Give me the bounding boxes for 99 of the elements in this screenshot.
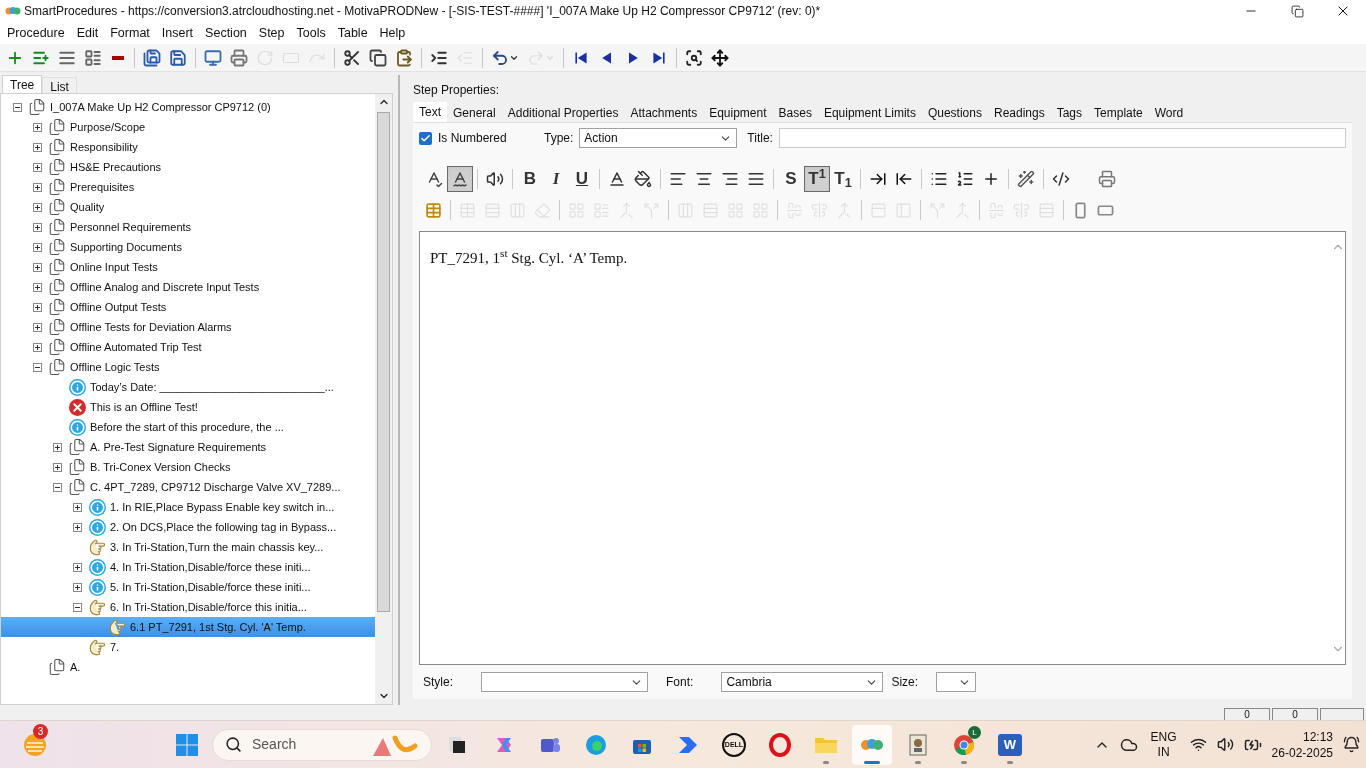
type-dropdown[interactable]: Action — [579, 128, 738, 148]
tree-label: Responsibility — [70, 139, 138, 155]
properties-tab[interactable]: Text — [413, 102, 447, 122]
tree-row[interactable]: Before the start of this procedure, the ... — [1, 417, 375, 437]
tree-row[interactable]: 6. In Tri-Station,Disable/force this initia... — [1, 597, 375, 617]
tree-label: Quality — [70, 199, 105, 215]
menu-item[interactable]: Help — [373, 23, 412, 43]
menu-item[interactable]: Table — [331, 23, 374, 43]
notification-badge: 3 — [33, 723, 48, 739]
tree-label: Supporting Documents — [70, 239, 182, 255]
tree-label: Offline Output Tests — [70, 299, 167, 315]
tree-row[interactable]: Offline Output Tests — [1, 297, 375, 317]
field-label: Style: — [423, 674, 453, 691]
tree-row[interactable]: B. Tri-Conex Version Checks — [1, 457, 375, 477]
tree-label: Online Input Tests — [70, 259, 158, 275]
field-label: Size: — [891, 674, 919, 691]
format-button[interactable]: I — [543, 166, 569, 192]
tree-label: This is an Offline Test! — [90, 399, 198, 415]
tree-label: B. Tri-Conex Version Checks — [90, 459, 231, 475]
tree-row[interactable]: Offline Tests for Deviation Alarms — [1, 317, 375, 337]
clock-date[interactable]: 26-02-2025 — [1271, 744, 1333, 761]
tree-label: A. Pre-Test Signature Requirements — [90, 439, 267, 455]
field-label: Font: — [666, 674, 694, 691]
tree-label: Prerequisites — [70, 179, 135, 195]
taskbar-app[interactable]: L — [944, 724, 984, 765]
tree-row[interactable]: A. Pre-Test Signature Requirements — [1, 437, 375, 457]
menu-item[interactable]: Section — [199, 23, 253, 43]
menu-item[interactable]: Step — [252, 23, 291, 43]
panel-tab[interactable]: Tree — [2, 75, 43, 93]
tree-row[interactable]: Offline Analog and Discrete Input Tests — [1, 277, 375, 297]
tree-row[interactable]: 7. — [1, 637, 375, 657]
checkbox-label: Is Numbered — [438, 130, 508, 147]
tree-label: 6. In Tri-Station,Disable/force this initia... — [110, 599, 307, 615]
tree-label: 1. In RIE,Place Bypass Enable key switch in... — [110, 499, 335, 515]
tree-row[interactable]: Offline Logic Tests — [1, 357, 375, 377]
tree-label: 7. — [110, 639, 120, 655]
tree-row[interactable]: Online Input Tests — [1, 257, 375, 277]
text-editor[interactable]: PT_7291, 1$^{st}$ Stg. Cyl. ‘A’ Temp. — [419, 231, 1346, 665]
menu-item[interactable]: Edit — [70, 23, 105, 43]
window-title: SmartProcedures - https://conversion3.atrcloudhosting.net - MotivaPRODNew - [-SIS-TEST-####] 'I_007A Make Up H2 Compressor CP9712' (rev: 0)* — [24, 3, 821, 20]
tree-label: Today’s Date: ___________________________... — [90, 379, 334, 395]
menu-item[interactable]: Tools — [290, 23, 332, 43]
panel-tab[interactable]: List — [42, 77, 77, 93]
tree-label: C. 4PT_7289, CP9712 Discharge Valve XV_7289... — [90, 479, 341, 495]
tree-row[interactable]: HS&E Precautions — [1, 157, 375, 177]
menu-item[interactable]: Insert — [155, 23, 200, 43]
tree-label: I_007A Make Up H2 Compressor CP9712 (0) — [50, 99, 271, 115]
tree-row[interactable]: Responsibility — [1, 137, 375, 157]
format-button[interactable]: U — [569, 166, 595, 192]
tree-row[interactable]: Prerequisites — [1, 177, 375, 197]
font-dropdown[interactable]: Cambria — [721, 672, 884, 692]
tree-row[interactable]: 6.1 PT_7291, 1st Stg. Cyl. 'A' Temp. — [1, 617, 375, 637]
tree-label: 6.1 PT_7291, 1st Stg. Cyl. 'A' Temp. — [130, 619, 306, 635]
format-button[interactable]: T$^{1}$ — [804, 166, 830, 192]
tree-row[interactable]: 2. On DCS,Place the following tag in Bypass... — [1, 517, 375, 537]
tree-label: Offline Logic Tests — [70, 359, 160, 375]
panel-heading: Step Properties: — [413, 82, 501, 99]
tree-row[interactable]: Supporting Documents — [1, 237, 375, 257]
search-placeholder: Search — [252, 735, 298, 754]
field-label: Title: — [747, 130, 773, 147]
tree-row[interactable]: A. — [1, 657, 375, 677]
tree-label: HS&E Precautions — [70, 159, 162, 175]
tree-row[interactable]: This is an Offline Test! — [1, 397, 375, 417]
tree-row[interactable]: Offline Automated Trip Test — [1, 337, 375, 357]
taskbar-app[interactable]: W — [990, 724, 1030, 765]
clock-time[interactable]: 12:13 — [1302, 728, 1333, 745]
tree-label: 5. In Tri-Station,Disable/force these initi... — [110, 579, 311, 595]
tree-label: Offline Analog and Discrete Input Tests — [70, 279, 260, 295]
tree-row[interactable]: C. 4PT_7289, CP9712 Discharge Valve XV_7289... — [1, 477, 375, 497]
tree-label: Purpose/Scope — [70, 119, 146, 135]
format-button[interactable]: T$_{1}$ — [830, 166, 856, 192]
tree-label: Offline Automated Trip Test — [70, 339, 202, 355]
tree-label: 3. In Tri-Station,Turn the main chassis key... — [110, 539, 324, 555]
language-indicator[interactable]: ENG — [1150, 729, 1177, 745]
tree-row[interactable]: 3. In Tri-Station,Turn the main chassis key... — [1, 537, 375, 557]
tree-row[interactable]: Purpose/Scope — [1, 117, 375, 137]
tree-row[interactable]: Quality — [1, 197, 375, 217]
tree-label: Offline Tests for Deviation Alarms — [70, 319, 232, 335]
format-button[interactable]: B — [517, 166, 543, 192]
tree-label: 2. On DCS,Place the following tag in Bypass... — [110, 519, 337, 535]
tree-row[interactable]: 4. In Tri-Station,Disable/force these initi... — [1, 557, 375, 577]
tree-row[interactable]: I_007A Make Up H2 Compressor CP9712 (0) — [1, 97, 375, 117]
tree-label: Before the start of this procedure, the ... — [90, 419, 284, 435]
search-field[interactable]: Search — [212, 728, 432, 761]
tree-label: Personnel Requirements — [70, 219, 192, 235]
field-label: Type: — [544, 130, 574, 147]
format-button[interactable]: S — [778, 166, 804, 192]
tree-row[interactable]: 1. In RIE,Place Bypass Enable key switch in... — [1, 497, 375, 517]
word-logo: W — [998, 733, 1022, 756]
tree-row[interactable]: 5. In Tri-Station,Disable/force these initi... — [1, 577, 375, 597]
tree-row[interactable]: Personnel Requirements — [1, 217, 375, 237]
language-indicator[interactable]: IN — [1157, 744, 1170, 760]
menu-item[interactable]: Format — [104, 23, 156, 43]
account-badge: L — [968, 725, 981, 739]
editor-text: PT_7291, 1$^{st}$ Stg. Cyl. ‘A’ Temp. — [429, 246, 629, 268]
tree-row[interactable]: Today’s Date: ___________________________... — [1, 377, 375, 397]
menu-item[interactable]: Procedure — [1, 23, 71, 43]
tree-label: A. — [70, 659, 81, 675]
tree-label: 4. In Tri-Station,Disable/force these initi... — [110, 559, 311, 575]
